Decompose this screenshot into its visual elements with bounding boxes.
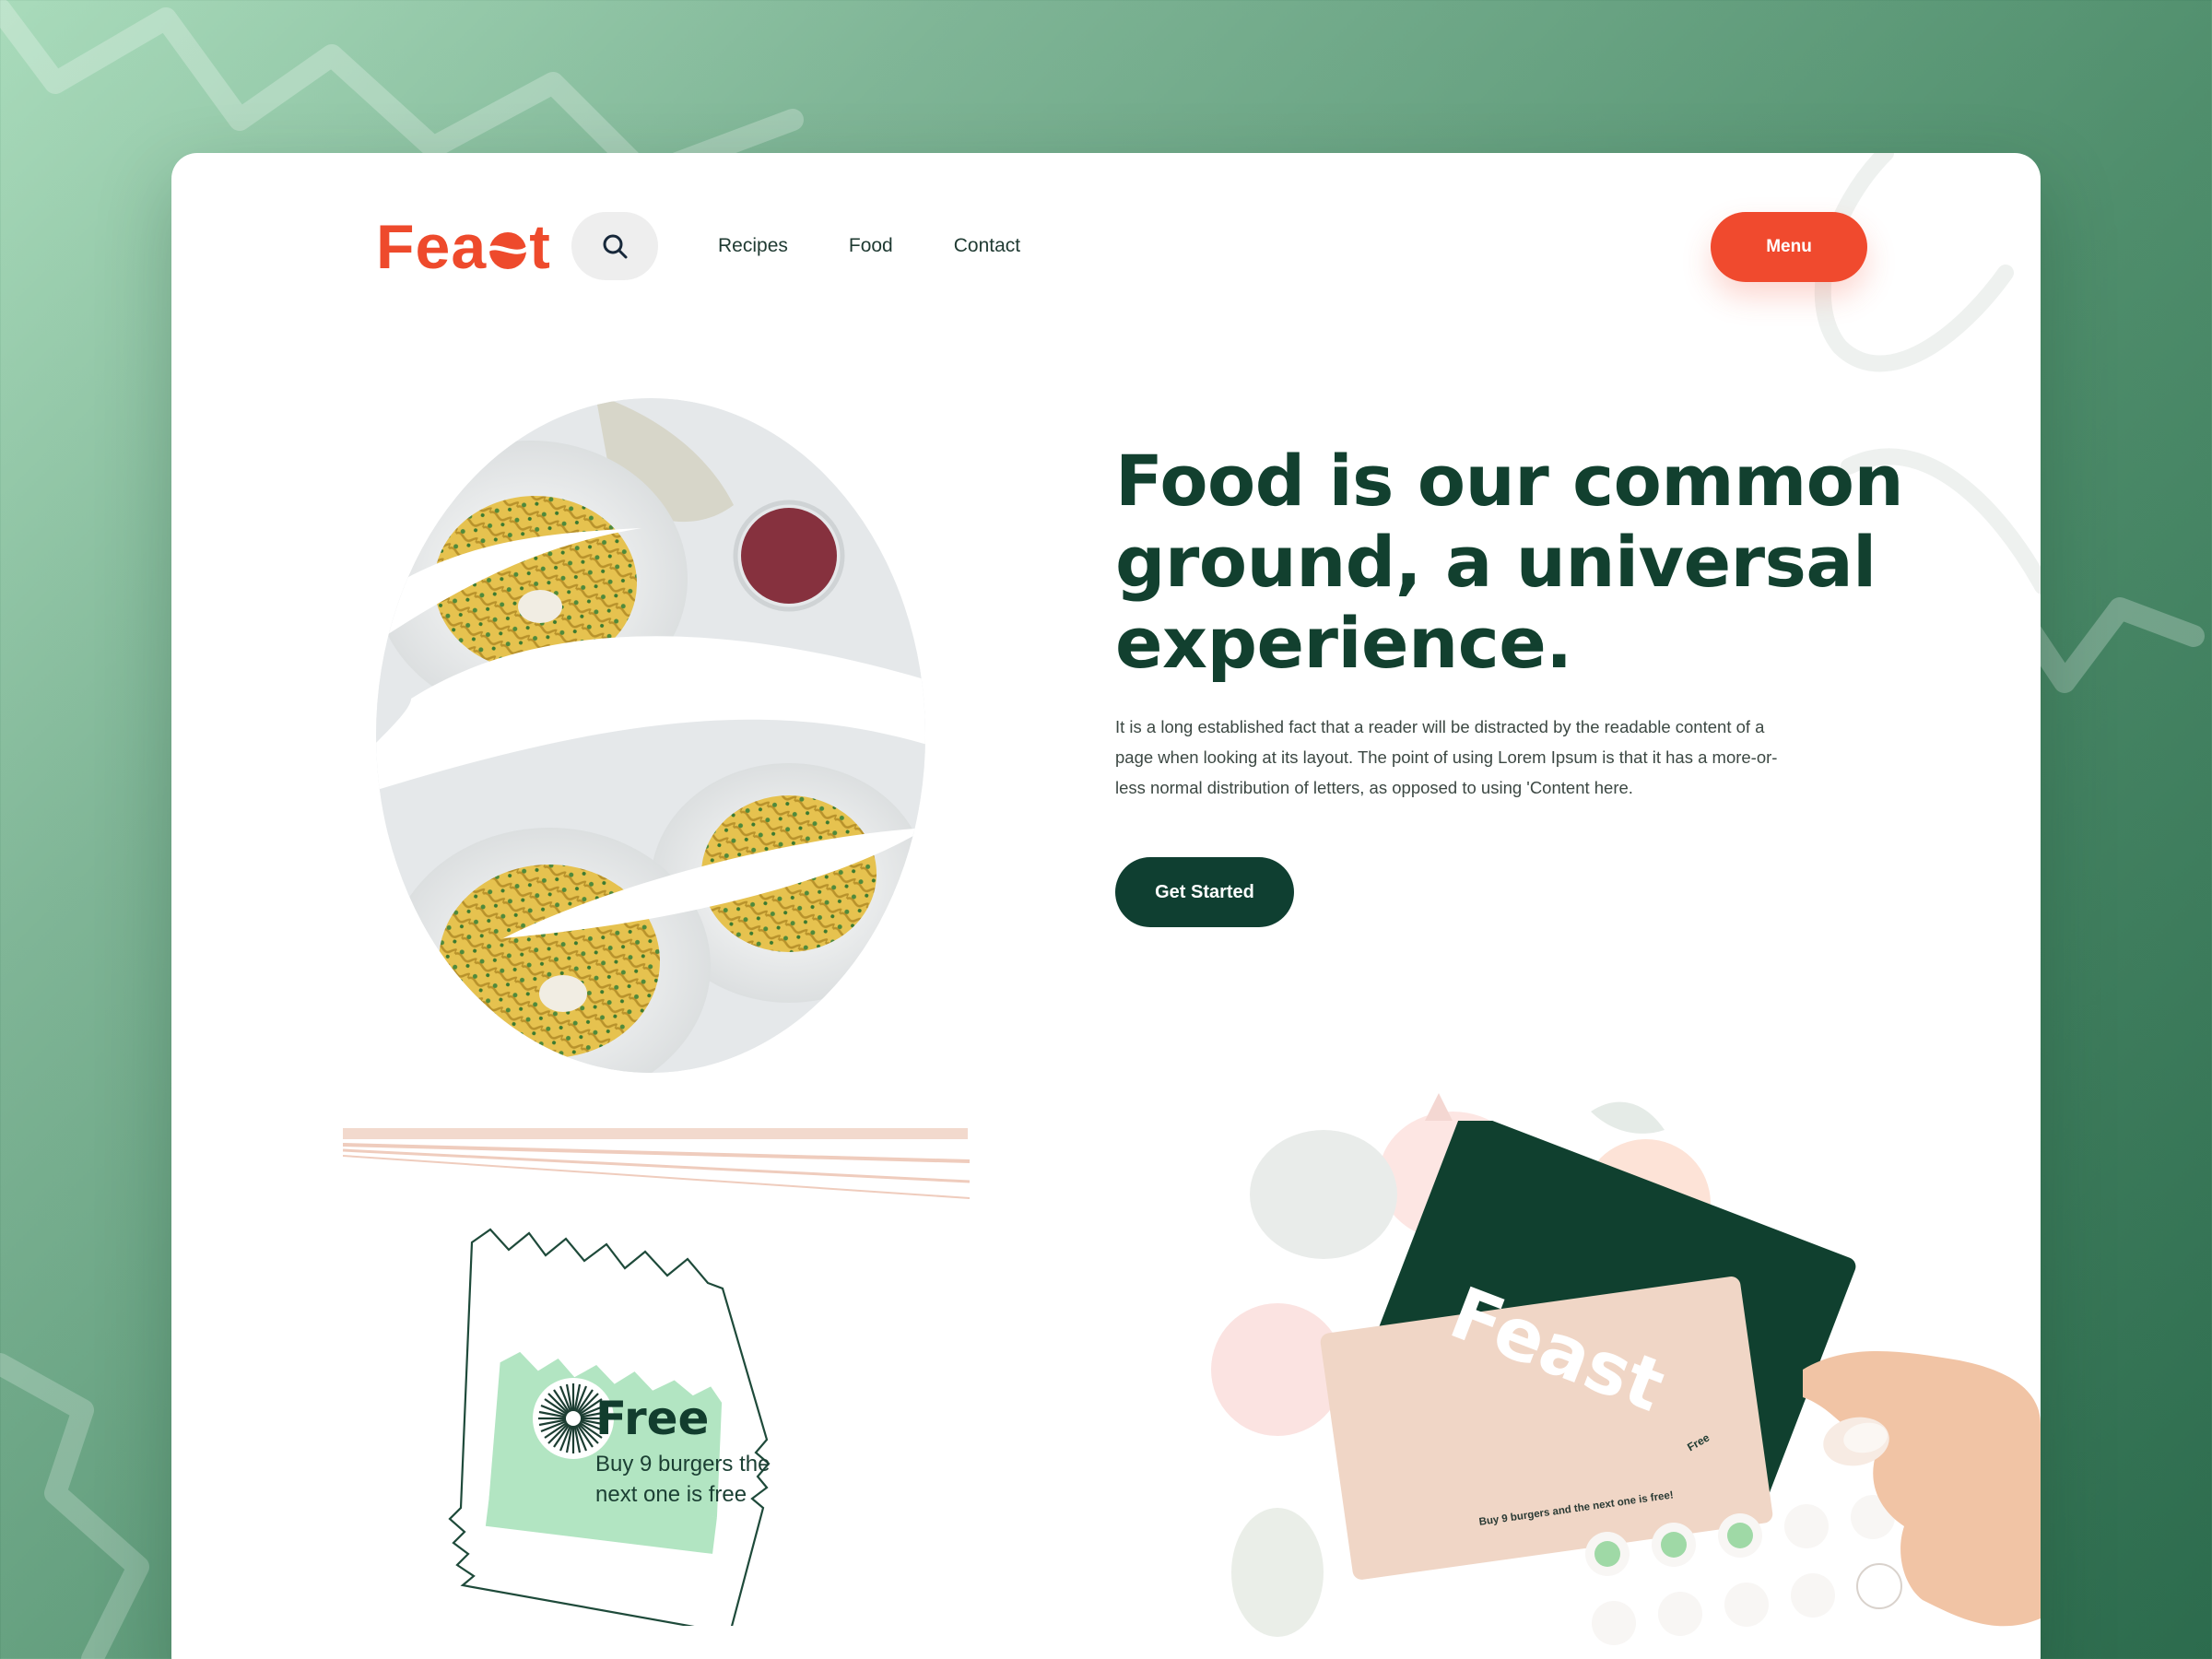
search-button[interactable] [571,212,658,280]
coupon-title: Free [595,1392,710,1445]
decorative-stripes [343,1128,971,1199]
brand-logo[interactable]: Fea t [376,216,551,278]
search-icon [603,234,628,259]
get-started-button[interactable]: Get Started [1115,857,1294,927]
logo-s-mark [486,232,530,269]
nav-recipes[interactable]: Recipes [718,235,788,257]
nav-contact[interactable]: Contact [954,235,1020,257]
coupon-text: Buy 9 burgers the next one is free [595,1452,771,1507]
landing-page-card: Fea t Recipes Food Contact Menu Food is … [171,153,2041,1659]
hero-description: It is a long established fact that a rea… [1115,717,1778,797]
hero-food-image [376,398,925,1073]
brand-name-end: t [529,212,551,282]
main-nav: Recipes Food Contact [718,235,1020,257]
menu-button[interactable]: Menu [1711,212,1867,282]
hero-title: Food is our common ground, a universal e… [1115,440,1904,684]
brand-name-start: Fea [376,212,488,282]
nav-food[interactable]: Food [849,235,893,257]
